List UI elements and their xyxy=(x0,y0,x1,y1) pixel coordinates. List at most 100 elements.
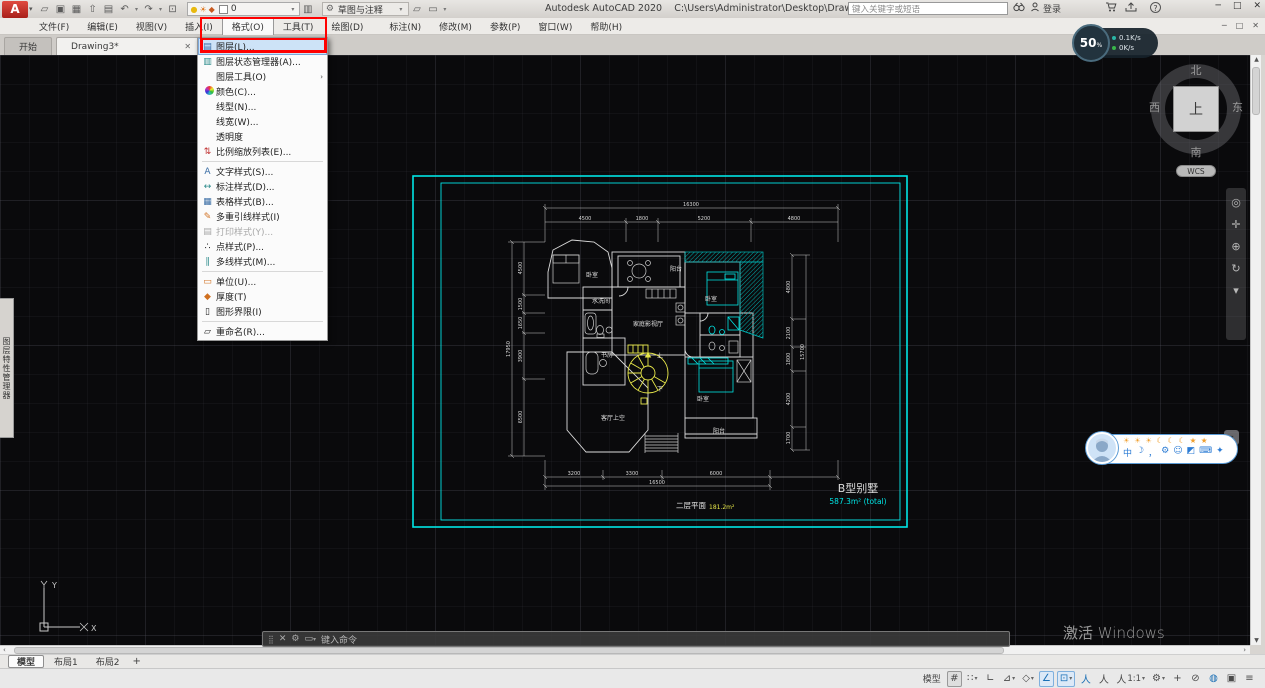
menu-item-layer[interactable]: ▤图层(L)... xyxy=(199,39,326,54)
ortho-icon[interactable]: ∟ xyxy=(983,671,998,687)
menu-file[interactable]: 文件(F) xyxy=(30,18,78,35)
layer-on-icon[interactable]: ● xyxy=(191,5,198,14)
doc-restore-button[interactable]: □ xyxy=(1236,21,1244,30)
skin-icon[interactable]: ◩ xyxy=(1187,446,1196,459)
menu-draw[interactable]: 绘图(D) xyxy=(322,18,372,35)
drawing-canvas[interactable]: 16300 4500 1800 5200 4800 17950 4500 150… xyxy=(0,55,1250,645)
wrench-icon[interactable]: ⚙ xyxy=(1161,446,1169,459)
redo-dropdown-icon[interactable]: ▾ xyxy=(157,6,165,13)
preview-icon[interactable]: ⊡ xyxy=(165,4,181,15)
menu-item-mleader-style[interactable]: ✎多重引线样式(I) xyxy=(199,209,326,224)
tab-close-icon[interactable]: ✕ xyxy=(184,42,191,51)
app-menu-arrow-icon[interactable]: ▾ xyxy=(29,5,33,13)
plot-icon[interactable]: ▤ xyxy=(101,4,117,15)
network-speed-widget[interactable]: 0.1K/s 0K/s 50% xyxy=(1072,24,1158,62)
viewcube-top-face[interactable]: 上 xyxy=(1173,86,1219,132)
steering-wheel-icon[interactable]: ◎ xyxy=(1231,196,1241,209)
layer-control[interactable]: ● ☀ ◆ 0 ▾ xyxy=(187,2,300,16)
lock-icon[interactable]: ✦ xyxy=(1216,446,1224,459)
undo-icon[interactable]: ↶ xyxy=(117,4,133,15)
workspace-switcher[interactable]: ⚙ 草图与注释 ▾ xyxy=(322,2,409,16)
tab-layout2[interactable]: 布局2 xyxy=(88,655,128,668)
menu-help[interactable]: 帮助(H) xyxy=(581,18,631,35)
doc-close-button[interactable]: ✕ xyxy=(1252,21,1259,30)
command-customize-icon[interactable]: ⚙ xyxy=(291,634,299,644)
isolate-objects-icon[interactable]: ⊘ xyxy=(1188,671,1203,687)
menu-item-scale-list[interactable]: ⇅比例缩放列表(E)... xyxy=(199,144,326,159)
command-line[interactable]: ⣿ ✕ ⚙ ▭▾ 键入命令 xyxy=(262,631,1010,647)
menu-item-transparency[interactable]: 透明度 xyxy=(199,129,326,144)
viewcube-north[interactable]: 北 xyxy=(1148,62,1244,78)
menu-item-dim-style[interactable]: ↔标注样式(D)... xyxy=(199,179,326,194)
viewcube[interactable]: 北 南 西 东 上 xyxy=(1148,61,1244,161)
signin-label[interactable]: 登录 xyxy=(1043,2,1061,15)
annot-auto-icon[interactable]: 人 xyxy=(1096,671,1111,687)
close-button[interactable]: ✕ xyxy=(1253,1,1261,11)
layer-thaw-icon[interactable]: ☀ xyxy=(200,5,207,14)
emoji-icon[interactable]: ☺ xyxy=(1173,446,1182,459)
menu-item-layer-states[interactable]: ▥图层状态管理器(A)... xyxy=(199,54,326,69)
chinese-mode-icon[interactable]: 中 xyxy=(1123,446,1132,459)
wcs-button[interactable]: WCS xyxy=(1176,165,1216,177)
viewcube-west[interactable]: 西 xyxy=(1149,99,1160,115)
app-logo[interactable]: A xyxy=(2,1,28,18)
layout-add-icon[interactable]: + xyxy=(132,656,140,667)
menu-item-units[interactable]: ▭单位(U)... xyxy=(199,274,326,289)
tab-drawing3[interactable]: Drawing3* ✕ xyxy=(56,37,206,55)
snap-icon[interactable]: ∷▾ xyxy=(965,671,980,687)
menu-item-color[interactable]: 颜色(C)... xyxy=(199,84,326,99)
keyboard-icon[interactable]: ⌨ xyxy=(1199,446,1212,459)
menu-dimension[interactable]: 标注(N) xyxy=(380,18,430,35)
scroll-up-icon[interactable]: ▲ xyxy=(1251,56,1262,63)
annot-scale-icon[interactable]: 人1:1▾ xyxy=(1114,671,1147,687)
menu-item-plot-style[interactable]: ▤打印样式(Y)... xyxy=(199,224,326,239)
vertical-scrollbar[interactable]: ▲ ▼ xyxy=(1250,55,1261,645)
scroll-right-icon[interactable]: › xyxy=(1243,646,1246,655)
scroll-left-icon[interactable]: ‹ xyxy=(3,646,6,655)
ime-avatar[interactable] xyxy=(1086,432,1118,464)
navbar-more-icon[interactable]: ▾ xyxy=(1233,284,1239,297)
isodraft-icon[interactable]: ◇▾ xyxy=(1020,671,1036,687)
command-recent-icon[interactable]: ▭▾ xyxy=(304,634,316,644)
saveas-icon[interactable]: ▦ xyxy=(69,4,85,15)
moon-icon[interactable]: ☽ xyxy=(1136,446,1144,459)
doc-minimize-button[interactable]: ─ xyxy=(1222,21,1227,30)
menu-item-point-style[interactable]: ∴点样式(P)... xyxy=(199,239,326,254)
qat-more-icon[interactable]: ▾ xyxy=(441,6,449,13)
open-icon[interactable]: ▱ xyxy=(37,4,53,15)
layer-properties-palette-tab[interactable]: 图层特性管理器 xyxy=(0,298,14,438)
help-icon[interactable]: ? xyxy=(1150,2,1161,13)
performance-ball[interactable]: 50% xyxy=(1072,24,1110,62)
menu-item-lineweight[interactable]: 线宽(W)... xyxy=(199,114,326,129)
tab-layout1[interactable]: 布局1 xyxy=(46,655,86,668)
menu-item-drawing-limits[interactable]: ▯图形界限(I) xyxy=(199,304,326,319)
newsheet-icon[interactable]: ▭ xyxy=(425,4,441,15)
menu-item-mline-style[interactable]: ∥多线样式(M)... xyxy=(199,254,326,269)
pan-icon[interactable]: ✛ xyxy=(1231,218,1240,231)
punctuation-icon[interactable]: ， xyxy=(1148,446,1157,459)
orbit-icon[interactable]: ↻ xyxy=(1231,262,1240,275)
maximize-button[interactable]: □ xyxy=(1233,1,1242,11)
vertical-scroll-thumb[interactable] xyxy=(1252,67,1260,115)
annot-visible-icon[interactable]: 人 xyxy=(1078,671,1093,687)
menu-format[interactable]: 格式(O) xyxy=(222,18,274,35)
menu-item-thickness[interactable]: ◆厚度(T) xyxy=(199,289,326,304)
sheetset-icon[interactable]: ▱ xyxy=(409,4,425,15)
tab-model[interactable]: 模型 xyxy=(8,655,44,668)
command-close-icon[interactable]: ✕ xyxy=(279,634,287,644)
command-input[interactable]: 键入命令 xyxy=(321,633,357,646)
viewcube-east[interactable]: 东 xyxy=(1232,99,1243,115)
menu-view[interactable]: 视图(V) xyxy=(127,18,176,35)
user-icon[interactable] xyxy=(1030,2,1040,15)
layer-dropdown-icon[interactable]: ▾ xyxy=(289,6,297,13)
store-cart-icon[interactable] xyxy=(1105,2,1117,15)
statusbar-model-label[interactable]: 模型 xyxy=(923,672,941,685)
grid-icon[interactable]: # xyxy=(947,671,962,687)
undo-dropdown-icon[interactable]: ▾ xyxy=(133,6,141,13)
scroll-down-icon[interactable]: ▼ xyxy=(1251,637,1262,644)
menu-tools[interactable]: 工具(T) xyxy=(274,18,323,35)
share-icon[interactable] xyxy=(1125,2,1137,15)
search-input[interactable]: 键入关键字或短语 xyxy=(848,2,1008,15)
ime-toolbar[interactable]: ☀ ☀ ☀ ☾ ☾ ☾ ★ ★ 中 ☽ ， ⚙ ☺ ◩ ⌨ ✦ xyxy=(1086,432,1238,465)
layer-panel-icon[interactable]: ▥ xyxy=(300,4,316,15)
